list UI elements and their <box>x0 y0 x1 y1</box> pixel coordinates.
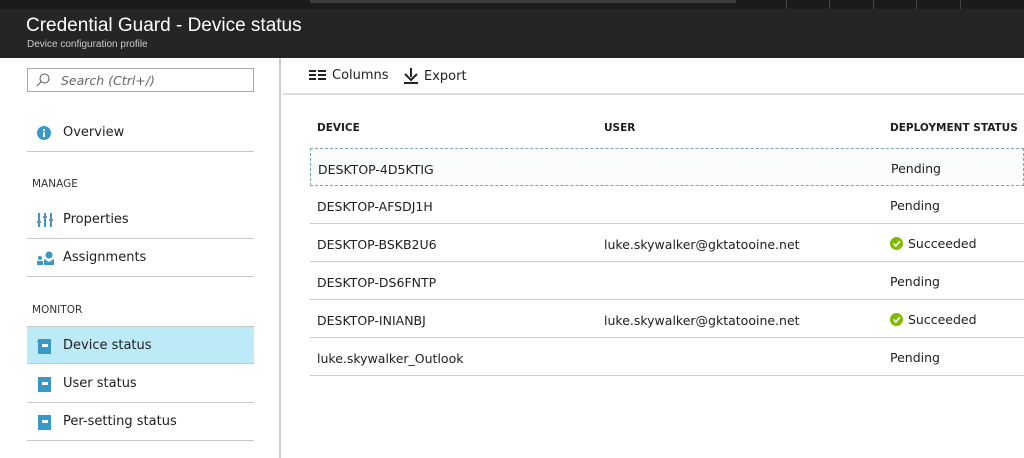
toolbar: Columns Export <box>283 58 1024 95</box>
sidebar-item-label: Overview <box>63 125 125 140</box>
blade-header: Credential Guard - Device status Device … <box>0 9 1024 58</box>
sidebar-item-label: Properties <box>63 212 129 227</box>
table-row[interactable]: DESKTOP-INIANBJ luke.skywalker@gktatooin… <box>310 300 1024 338</box>
export-label: Export <box>424 68 467 84</box>
column-header-device[interactable]: DEVICE <box>317 122 360 134</box>
device-name: DESKTOP-BSKB2U6 <box>317 237 437 252</box>
user-name: luke.skywalker@gktatooine.net <box>604 237 800 252</box>
status-book-icon <box>38 415 51 430</box>
table-row[interactable]: DESKTOP-DS6FNTP Pending <box>310 262 1024 300</box>
table-row[interactable]: DESKTOP-BSKB2U6 luke.skywalker@gktatooin… <box>310 224 1024 262</box>
status-book-icon <box>38 377 51 392</box>
deployment-status: Succeeded <box>890 312 977 327</box>
device-name: luke.skywalker_Outlook <box>317 351 464 366</box>
global-search[interactable] <box>310 0 736 3</box>
device-name: DESKTOP-INIANBJ <box>317 313 426 328</box>
sidebar-item-label: Device status <box>63 337 152 353</box>
search-icon <box>36 73 50 87</box>
status-book-icon <box>37 339 51 354</box>
status-label: Pending <box>890 350 940 365</box>
status-label: Succeeded <box>908 236 977 251</box>
column-header-user[interactable]: USER <box>604 122 635 134</box>
status-label: Succeeded <box>908 312 977 327</box>
deployment-status: Pending <box>890 274 940 289</box>
device-name: DESKTOP-4D5KTIG <box>318 162 434 177</box>
divider <box>960 0 961 9</box>
sidebar-item-user-status[interactable]: User status <box>27 365 254 403</box>
section-heading-manage: MANAGE <box>32 178 78 190</box>
table-row[interactable]: luke.skywalker_Outlook Pending <box>310 338 1024 376</box>
deployment-status: Succeeded <box>890 236 977 251</box>
sidebar-item-label: Per-setting status <box>63 414 177 429</box>
info-icon <box>37 126 51 140</box>
divider <box>786 0 787 9</box>
export-button[interactable]: Export <box>404 68 467 84</box>
deployment-status: Pending <box>890 350 940 365</box>
sidebar-item-device-status[interactable]: Device status <box>27 326 254 364</box>
columns-icon <box>309 70 326 80</box>
device-name: DESKTOP-AFSDJ1H <box>317 199 433 214</box>
divider <box>916 0 917 9</box>
page-title: Credential Guard - Device status <box>26 15 302 36</box>
status-label: Pending <box>890 198 940 213</box>
sidebar-item-assignments[interactable]: Assignments <box>27 239 254 277</box>
status-label: Pending <box>891 161 941 176</box>
table-header: DEVICE USER DEPLOYMENT STATUS <box>310 110 1024 148</box>
sidebar: Search (Ctrl+/) Overview MANAGE Properti… <box>0 58 281 458</box>
sidebar-item-label: Assignments <box>63 250 147 265</box>
download-icon <box>404 68 418 84</box>
table-row[interactable]: DESKTOP-4D5KTIG Pending <box>310 148 1024 186</box>
columns-button[interactable]: Columns <box>309 68 389 83</box>
page-subtitle: Device configuration profile <box>27 39 148 50</box>
assignments-icon <box>37 251 54 265</box>
top-bar <box>0 0 1024 9</box>
search-placeholder: Search (Ctrl+/) <box>61 73 155 88</box>
table-row[interactable]: DESKTOP-AFSDJ1H Pending <box>310 186 1024 224</box>
divider <box>829 0 830 9</box>
section-heading-monitor: MONITOR <box>32 304 83 316</box>
sidebar-item-per-setting-status[interactable]: Per-setting status <box>27 403 254 441</box>
search-input[interactable]: Search (Ctrl+/) <box>27 68 254 92</box>
deployment-status: Pending <box>890 198 940 213</box>
sidebar-item-overview[interactable]: Overview <box>27 114 254 152</box>
user-name: luke.skywalker@gktatooine.net <box>604 313 800 328</box>
divider <box>873 0 874 9</box>
sidebar-item-label: User status <box>63 376 137 391</box>
device-name: DESKTOP-DS6FNTP <box>317 275 437 290</box>
success-check-icon <box>890 237 903 250</box>
deployment-status: Pending <box>891 161 941 176</box>
device-status-table: DEVICE USER DEPLOYMENT STATUS DESKTOP-4D… <box>310 110 1024 376</box>
success-check-icon <box>890 313 903 326</box>
column-header-deployment-status[interactable]: DEPLOYMENT STATUS <box>890 122 1018 134</box>
properties-icon <box>37 213 53 227</box>
columns-label: Columns <box>332 68 389 83</box>
sidebar-item-properties[interactable]: Properties <box>27 201 254 239</box>
status-label: Pending <box>890 274 940 289</box>
